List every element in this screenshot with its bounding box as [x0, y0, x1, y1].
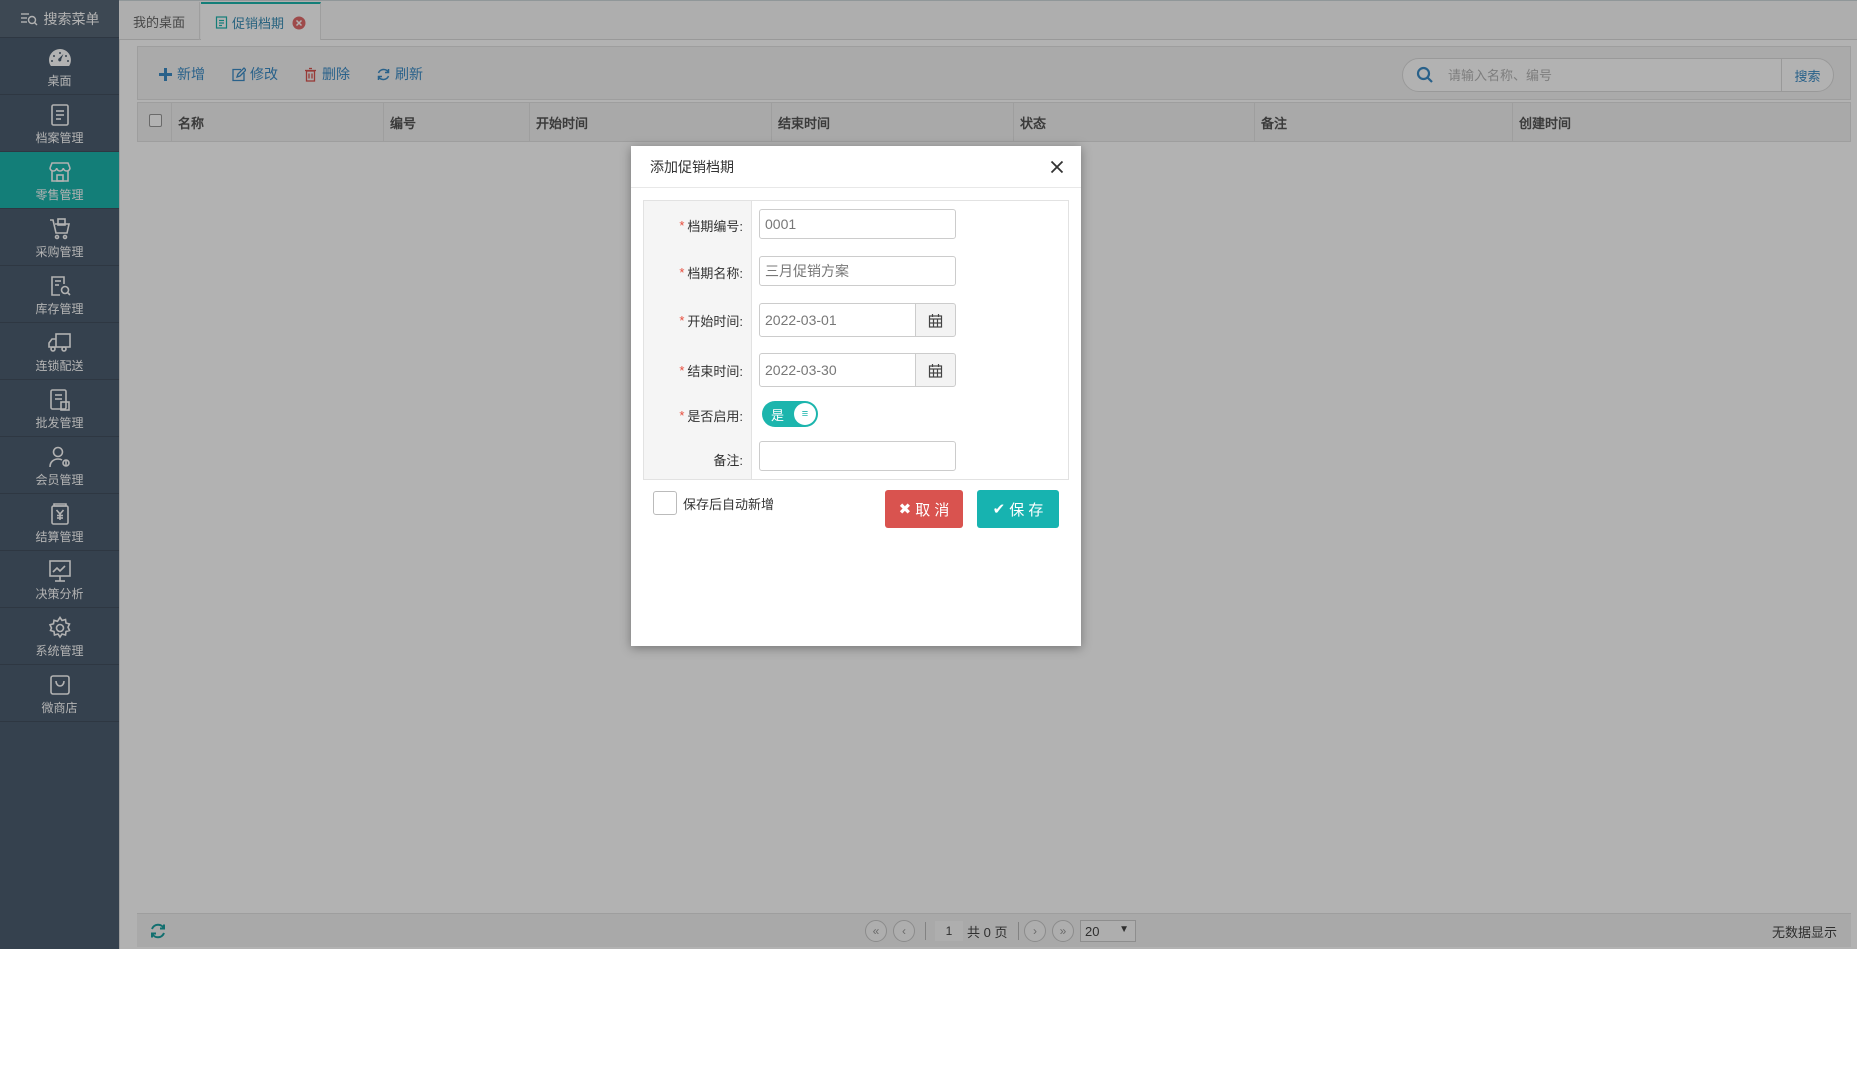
remark-label-text: 备注:	[713, 452, 743, 468]
add-promotion-dialog: 添加促销档期 * 档期编号: * 档期名称: * 开始时间: * 结束时间: * 是否启用…	[631, 146, 1081, 646]
name-input[interactable]: 三月促销方案	[759, 256, 956, 286]
calendar-icon	[928, 313, 943, 328]
start-label-text: 开始时间:	[687, 313, 743, 329]
code-label-text: 档期编号:	[687, 218, 743, 234]
x-icon: ✖	[898, 501, 912, 518]
close-icon[interactable]	[1047, 157, 1067, 177]
end-time-field-label: * 结束时间:	[679, 355, 743, 385]
start-time-calendar-button[interactable]	[915, 303, 956, 337]
end-time-input[interactable]: 2022-03-30	[759, 353, 916, 387]
auto-add-label: 保存后自动新增	[683, 496, 775, 512]
code-field-label: * 档期编号:	[679, 210, 743, 240]
enabled-label-text: 是否启用:	[687, 408, 743, 424]
cancel-button[interactable]: ✖ 取 消	[885, 490, 963, 528]
save-label: 保 存	[1009, 501, 1044, 519]
app-window: 搜索菜单 桌面 档案管理 零售管理 采购管理 库存管理 连锁配送 批发管理 会员…	[0, 0, 1857, 949]
form-label-column: * 档期编号: * 档期名称: * 开始时间: * 结束时间: * 是否启用: 备注:	[644, 201, 752, 479]
required-mark: *	[679, 264, 685, 280]
required-mark: *	[679, 362, 685, 378]
end-label-text: 结束时间:	[687, 363, 743, 379]
auto-add-option[interactable]: 保存后自动新增	[653, 491, 774, 515]
auto-add-checkbox[interactable]	[653, 491, 677, 515]
code-input[interactable]: 0001	[759, 209, 956, 239]
check-icon: ✔	[992, 501, 1006, 518]
required-mark: *	[679, 407, 685, 423]
start-time-field-label: * 开始时间:	[679, 305, 743, 335]
dialog-title: 添加促销档期	[650, 158, 734, 175]
enabled-field-label: * 是否启用:	[679, 400, 743, 430]
end-time-calendar-button[interactable]	[915, 353, 956, 387]
name-label-text: 档期名称:	[687, 265, 743, 281]
dialog-header: 添加促销档期	[631, 146, 1081, 188]
enabled-toggle[interactable]: 是 ≡	[762, 401, 818, 427]
remark-field-label: 备注:	[713, 444, 743, 474]
start-time-input[interactable]: 2022-03-01	[759, 303, 916, 337]
required-mark: *	[679, 312, 685, 328]
cancel-label: 取 消	[915, 501, 950, 519]
toggle-knob-icon: ≡	[794, 403, 816, 425]
save-button[interactable]: ✔ 保 存	[977, 490, 1059, 528]
toggle-label: 是	[771, 407, 785, 423]
name-field-label: * 档期名称:	[679, 257, 743, 287]
calendar-icon	[928, 363, 943, 378]
required-mark: *	[679, 217, 685, 233]
remark-input[interactable]	[759, 441, 956, 471]
form-panel: * 档期编号: * 档期名称: * 开始时间: * 结束时间: * 是否启用: 备注: 0…	[643, 200, 1069, 480]
